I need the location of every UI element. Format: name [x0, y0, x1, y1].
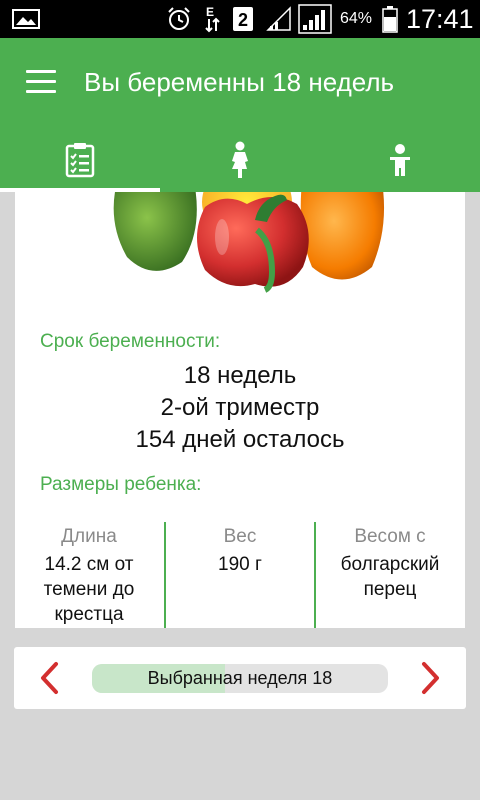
metric-comparison: Весом с болгарский перец [316, 522, 464, 628]
sim-2-icon: 2 [232, 0, 254, 38]
baby-icon [390, 144, 410, 176]
week-info-card: Срок беременности: 18 недель 2-ой тримес… [15, 192, 465, 628]
tab-overview[interactable] [0, 128, 160, 192]
chevron-left-icon[interactable] [32, 661, 66, 695]
week-progress-bar[interactable]: Выбранная неделя 18 [92, 664, 388, 693]
battery-percent: 64% [340, 10, 373, 27]
baby-size-label: Размеры ребенка: [40, 474, 202, 495]
signal-icon [266, 0, 292, 38]
tab-mother[interactable] [160, 128, 320, 192]
metric-label: Вес [223, 526, 257, 547]
clipboard-checklist-icon [65, 143, 95, 178]
signal-icon [298, 0, 332, 38]
battery-icon [382, 0, 398, 38]
term-days-left: 154 дней осталось [135, 426, 345, 453]
metric-value: 190 г [218, 554, 262, 575]
app-bar: Вы беременны 18 недель [0, 38, 480, 192]
page-title: Вы беременны 18 недель [84, 67, 395, 97]
clock: 17:41 [406, 3, 474, 34]
sim-slot-number: 2 [238, 10, 248, 30]
pregnant-woman-icon [232, 141, 248, 178]
alarm-icon [166, 0, 192, 38]
week-selector: Выбранная неделя 18 [14, 647, 466, 709]
term-trimester: 2-ой триместр [160, 394, 320, 421]
image-notification-icon [12, 0, 40, 38]
data-arrows-icon: E [204, 0, 222, 38]
term-weeks: 18 недель [183, 362, 297, 389]
selected-week-label: Выбранная неделя 18 [147, 668, 333, 688]
tab-bar [0, 128, 480, 192]
network-type: E [206, 5, 214, 19]
metric-value: 14.2 см от темени до крестца [43, 554, 135, 625]
metric-label: Весом с [354, 526, 426, 547]
status-bar: E 2 64% 17:41 [0, 0, 480, 38]
metric-value: болгарский перец [340, 554, 440, 600]
chevron-right-icon[interactable] [414, 661, 448, 695]
bell-peppers-image [113, 192, 385, 293]
metric-label: Длина [61, 526, 117, 547]
hamburger-menu-icon[interactable] [26, 70, 56, 94]
metric-length: Длина 14.2 см от темени до крестца [15, 522, 163, 628]
baby-metrics: Длина 14.2 см от темени до крестца Вес 1… [15, 522, 465, 628]
term-label: Срок беременности: [40, 331, 221, 352]
metric-weight: Вес 190 г [166, 522, 314, 628]
tab-baby[interactable] [320, 128, 480, 192]
